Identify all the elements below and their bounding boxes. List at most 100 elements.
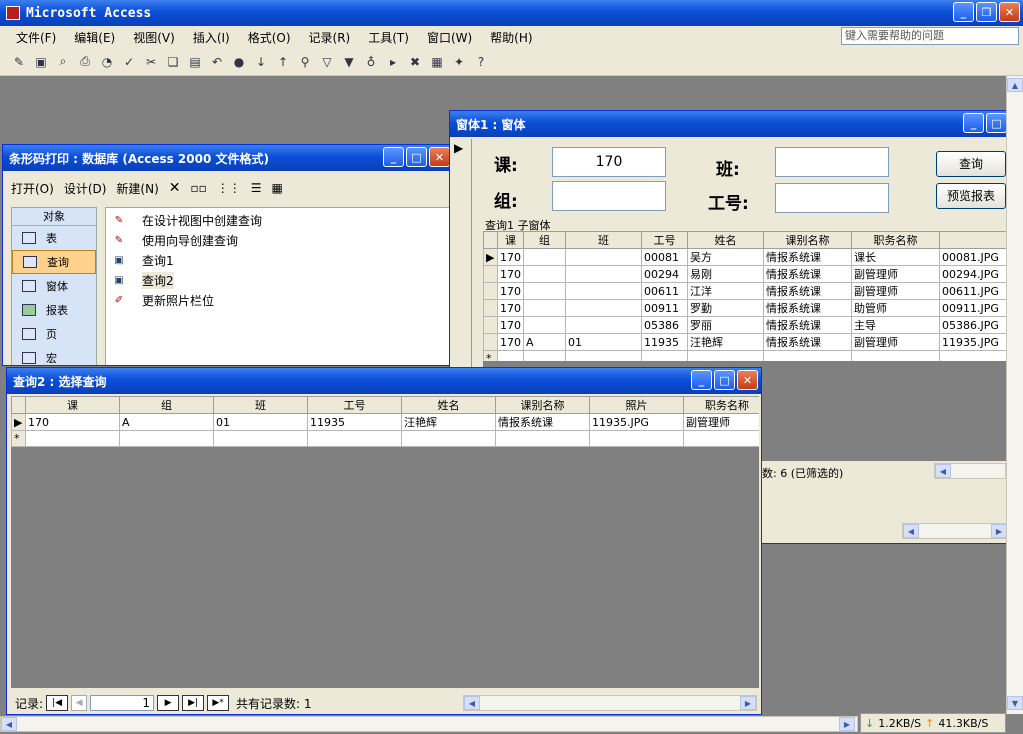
col-header[interactable]: 课别名称	[763, 231, 852, 249]
col-header[interactable]: 工号	[641, 231, 688, 249]
find-icon[interactable]: ♁	[362, 53, 380, 71]
menu-records[interactable]: 记录(R)	[309, 29, 351, 46]
filter-selection-icon[interactable]: ⚲	[296, 53, 314, 71]
col-header[interactable]: 课别名称	[495, 396, 590, 414]
field-ban[interactable]	[775, 147, 889, 177]
apply-filter-icon[interactable]: ▼	[340, 53, 358, 71]
small-icons-icon[interactable]: ⋮⋮	[217, 181, 241, 195]
db-new-button[interactable]: 新建(N)	[116, 180, 158, 197]
new-record-row[interactable]: *	[11, 430, 759, 447]
col-header[interactable]: 组	[119, 396, 214, 414]
view-icon[interactable]: ✎	[10, 53, 28, 71]
print-icon[interactable]: ⎙	[76, 53, 94, 71]
query-item-update[interactable]: ✐ 更新照片栏位	[112, 290, 446, 310]
table-row[interactable]: 170 05386 罗丽 情报系统课 主导 05386.JPG	[483, 316, 1006, 334]
workspace-hscroll[interactable]: ◀ ▶	[0, 716, 858, 732]
menu-help[interactable]: 帮助(H)	[490, 29, 532, 46]
form-hscroll[interactable]: ◀ ▶	[902, 523, 1006, 539]
scroll-left-icon[interactable]: ◀	[903, 524, 919, 538]
large-icons-icon[interactable]: ▫▫	[191, 181, 207, 195]
scroll-right-icon[interactable]: ▶	[740, 696, 756, 710]
copy-icon[interactable]: ❏	[164, 53, 182, 71]
help-icon[interactable]: ?	[472, 53, 490, 71]
col-header[interactable]: 工号	[307, 396, 402, 414]
db-close-button[interactable]: ✕	[429, 147, 450, 167]
col-header[interactable]	[939, 231, 1006, 249]
query-item-1[interactable]: ▣ 查询1	[112, 250, 446, 270]
object-pages[interactable]: 页	[12, 322, 96, 346]
table-row[interactable]: ▶ 170 A 01 11935 汪艳辉 情报系统课 11935.JPG 副管理师	[11, 413, 759, 431]
col-header[interactable]: 课	[497, 231, 524, 249]
workspace-vscroll[interactable]: ▲ ▼	[1006, 76, 1023, 714]
object-macros[interactable]: 宏	[12, 346, 96, 365]
col-header[interactable]: 班	[213, 396, 308, 414]
minimize-button[interactable]: _	[953, 2, 974, 22]
scroll-right-icon[interactable]: ▶	[839, 717, 855, 731]
db-open-button[interactable]: 打开(O)	[11, 180, 54, 197]
undo-icon[interactable]: ↶	[208, 53, 226, 71]
object-tables[interactable]: 表	[12, 226, 96, 250]
table-row[interactable]: 170 A 01 11935 汪艳辉 情报系统课 副管理师 11935.JPG	[483, 333, 1006, 351]
paste-icon[interactable]: ▤	[186, 53, 204, 71]
first-record-button[interactable]: |◀	[46, 695, 69, 711]
scroll-left-icon[interactable]: ◀	[1, 717, 17, 731]
last-record-button[interactable]: ▶|	[182, 695, 205, 711]
col-header[interactable]: 班	[565, 231, 642, 249]
table-row[interactable]: 170 00611 江洋 情报系统课 副管理师 00611.JPG	[483, 282, 1006, 300]
field-gonghao[interactable]	[775, 183, 889, 213]
field-zu[interactable]	[552, 181, 666, 211]
scroll-right-icon[interactable]: ▶	[991, 524, 1006, 538]
delete-record-icon[interactable]: ✖	[406, 53, 424, 71]
cut-icon[interactable]: ✂	[142, 53, 160, 71]
menu-view[interactable]: 视图(V)	[133, 29, 175, 46]
preview-report-button[interactable]: 预览报表	[936, 183, 1006, 209]
menu-edit[interactable]: 编辑(E)	[74, 29, 115, 46]
help-search-input[interactable]: 键入需要帮助的问题	[841, 27, 1019, 45]
query-create-wizard[interactable]: ✎ 使用向导创建查询	[112, 230, 446, 250]
print-preview-icon[interactable]: ◔	[98, 53, 116, 71]
query-button[interactable]: 查询	[936, 151, 1006, 177]
field-ke[interactable]: 170	[552, 147, 666, 177]
save-icon[interactable]: ▣	[32, 53, 50, 71]
col-header[interactable]: 照片	[589, 396, 684, 414]
db-delete-icon[interactable]: ✕	[169, 180, 181, 196]
hyperlink-icon[interactable]: ●	[230, 53, 248, 71]
spelling-icon[interactable]: ✓	[120, 53, 138, 71]
restore-button[interactable]: ❐	[976, 2, 997, 22]
database-window-icon[interactable]: ▦	[428, 53, 446, 71]
query-item-2[interactable]: ▣ 查询2	[112, 270, 446, 290]
query-maximize-button[interactable]: □	[714, 370, 735, 390]
menu-file[interactable]: 文件(F)	[16, 29, 56, 46]
next-record-button[interactable]: ▶	[157, 695, 180, 711]
db-maximize-button[interactable]: □	[406, 147, 427, 167]
col-header[interactable]: 职务名称	[683, 396, 759, 414]
form-maximize-button[interactable]: □	[986, 113, 1006, 133]
menu-window[interactable]: 窗口(W)	[427, 29, 472, 46]
new-object-icon[interactable]: ✦	[450, 53, 468, 71]
scroll-up-icon[interactable]: ▲	[1007, 78, 1023, 92]
db-design-button[interactable]: 设计(D)	[64, 180, 107, 197]
table-row[interactable]: 170 00911 罗勤 情报系统课 助管师 00911.JPG	[483, 299, 1006, 317]
list-icon[interactable]: ☰	[251, 181, 262, 195]
query-create-design[interactable]: ✎ 在设计视图中创建查询	[112, 210, 446, 230]
menu-insert[interactable]: 插入(I)	[193, 29, 230, 46]
table-row[interactable]: ▶ 170 00081 吴方 情报系统课 课长 00081.JPG	[483, 248, 1006, 266]
query-close-button[interactable]: ✕	[737, 370, 758, 390]
form-minimize-button[interactable]: _	[963, 113, 984, 133]
sort-asc-icon[interactable]: ↓	[252, 53, 270, 71]
scroll-left-icon[interactable]: ◀	[464, 696, 480, 710]
scroll-left-icon[interactable]: ◀	[935, 464, 951, 478]
col-header[interactable]: 姓名	[401, 396, 496, 414]
filter-form-icon[interactable]: ▽	[318, 53, 336, 71]
menu-tools[interactable]: 工具(T)	[368, 29, 409, 46]
object-queries[interactable]: 查询	[12, 250, 96, 274]
search-file-icon[interactable]: ⌕	[54, 53, 72, 71]
scroll-down-icon[interactable]: ▼	[1007, 696, 1023, 710]
sort-desc-icon[interactable]: ↑	[274, 53, 292, 71]
new-record-row[interactable]: *	[483, 350, 1006, 361]
col-header[interactable]: 职务名称	[851, 231, 940, 249]
col-header[interactable]: 组	[523, 231, 566, 249]
col-header[interactable]: 课	[25, 396, 120, 414]
prev-record-button[interactable]: ◀	[71, 695, 88, 711]
object-reports[interactable]: 报表	[12, 298, 96, 322]
